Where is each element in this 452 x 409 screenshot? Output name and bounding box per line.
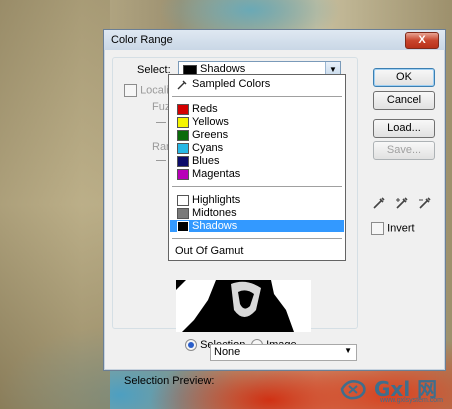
window-title: Color Range: [111, 34, 173, 46]
dropdown-item-label: Sampled Colors: [192, 78, 271, 90]
range-slider[interactable]: [156, 160, 166, 161]
dropdown-item-label: Yellows: [192, 116, 229, 128]
eyedropper-minus-icon[interactable]: [418, 196, 432, 210]
dropdown-item-label: Cyans: [192, 142, 224, 154]
selection-preview-value: None: [214, 346, 241, 358]
dropdown-separator: [172, 96, 342, 97]
background-strip: [0, 0, 110, 409]
selection-preview-image: [176, 280, 311, 332]
save-button[interactable]: Save...: [373, 141, 435, 160]
cancel-button[interactable]: Cancel: [373, 91, 435, 110]
chevron-down-icon[interactable]: ▼: [344, 346, 352, 355]
eyedropper-icon[interactable]: [372, 196, 386, 210]
dropdown-item-magentas[interactable]: Magentas: [170, 168, 344, 180]
color-swatch: [177, 221, 189, 232]
dropdown-item-label: Reds: [192, 103, 218, 115]
dropdown-item-label: Midtones: [192, 207, 237, 219]
color-swatch: [177, 104, 189, 115]
localized-checkbox-box[interactable]: [124, 84, 137, 97]
invert-checkbox-box[interactable]: [371, 222, 384, 235]
dropdown-item-sampled-colors[interactable]: Sampled Colors: [170, 78, 344, 90]
dropdown-item-yellows[interactable]: Yellows: [170, 116, 344, 128]
dropdown-item-label: Highlights: [192, 194, 241, 206]
dropdown-item-shadows[interactable]: Shadows: [170, 220, 344, 232]
selection-radio-dot[interactable]: [185, 339, 197, 352]
eyedropper-plus-icon[interactable]: [395, 196, 409, 210]
dropdown-item-greens[interactable]: Greens: [170, 129, 344, 141]
color-swatch: [177, 208, 189, 219]
title-bar[interactable]: Color Range X: [104, 30, 445, 50]
watermark-logo-icon: [340, 380, 366, 400]
dropdown-item-reds[interactable]: Reds: [170, 103, 344, 115]
selection-preview-label: Selection Preview:: [124, 375, 215, 387]
load-button[interactable]: Load...: [373, 119, 435, 138]
dropdown-separator: [172, 186, 342, 187]
selection-preview-select[interactable]: None ▼: [210, 344, 357, 361]
dropdown-item-label: Blues: [192, 155, 220, 167]
watermark-url: www.gxlsystem.com: [380, 397, 444, 404]
dropdown-item-out-of-gamut[interactable]: Out Of Gamut: [170, 245, 344, 257]
select-dropdown-list: Sampled Colors Reds Yellows Greens Cyans…: [168, 74, 346, 261]
color-swatch: [177, 195, 189, 206]
dropdown-separator: [172, 238, 342, 239]
color-swatch: [177, 169, 189, 180]
invert-checkbox[interactable]: Invert: [371, 222, 415, 235]
color-swatch: [177, 143, 189, 154]
color-swatch: [177, 117, 189, 128]
eyedropper-icon: [177, 80, 187, 90]
fuzziness-slider[interactable]: [156, 122, 166, 123]
dropdown-item-blues[interactable]: Blues: [170, 155, 344, 167]
color-swatch: [177, 130, 189, 141]
close-button[interactable]: X: [405, 32, 439, 49]
color-swatch: [177, 156, 189, 167]
invert-label: Invert: [387, 222, 415, 235]
dropdown-item-label: Greens: [192, 129, 229, 141]
dropdown-item-label: Magentas: [192, 168, 241, 180]
select-label: Select:: [137, 64, 171, 76]
dropdown-item-midtones[interactable]: Midtones: [170, 207, 344, 219]
dropdown-item-highlights[interactable]: Highlights: [170, 194, 344, 206]
dropdown-item-cyans[interactable]: Cyans: [170, 142, 344, 154]
ok-button[interactable]: OK: [373, 68, 435, 87]
dropdown-item-label: Out Of Gamut: [175, 245, 244, 257]
dropdown-item-label: Shadows: [192, 220, 238, 232]
preview-silhouette: [176, 280, 311, 332]
